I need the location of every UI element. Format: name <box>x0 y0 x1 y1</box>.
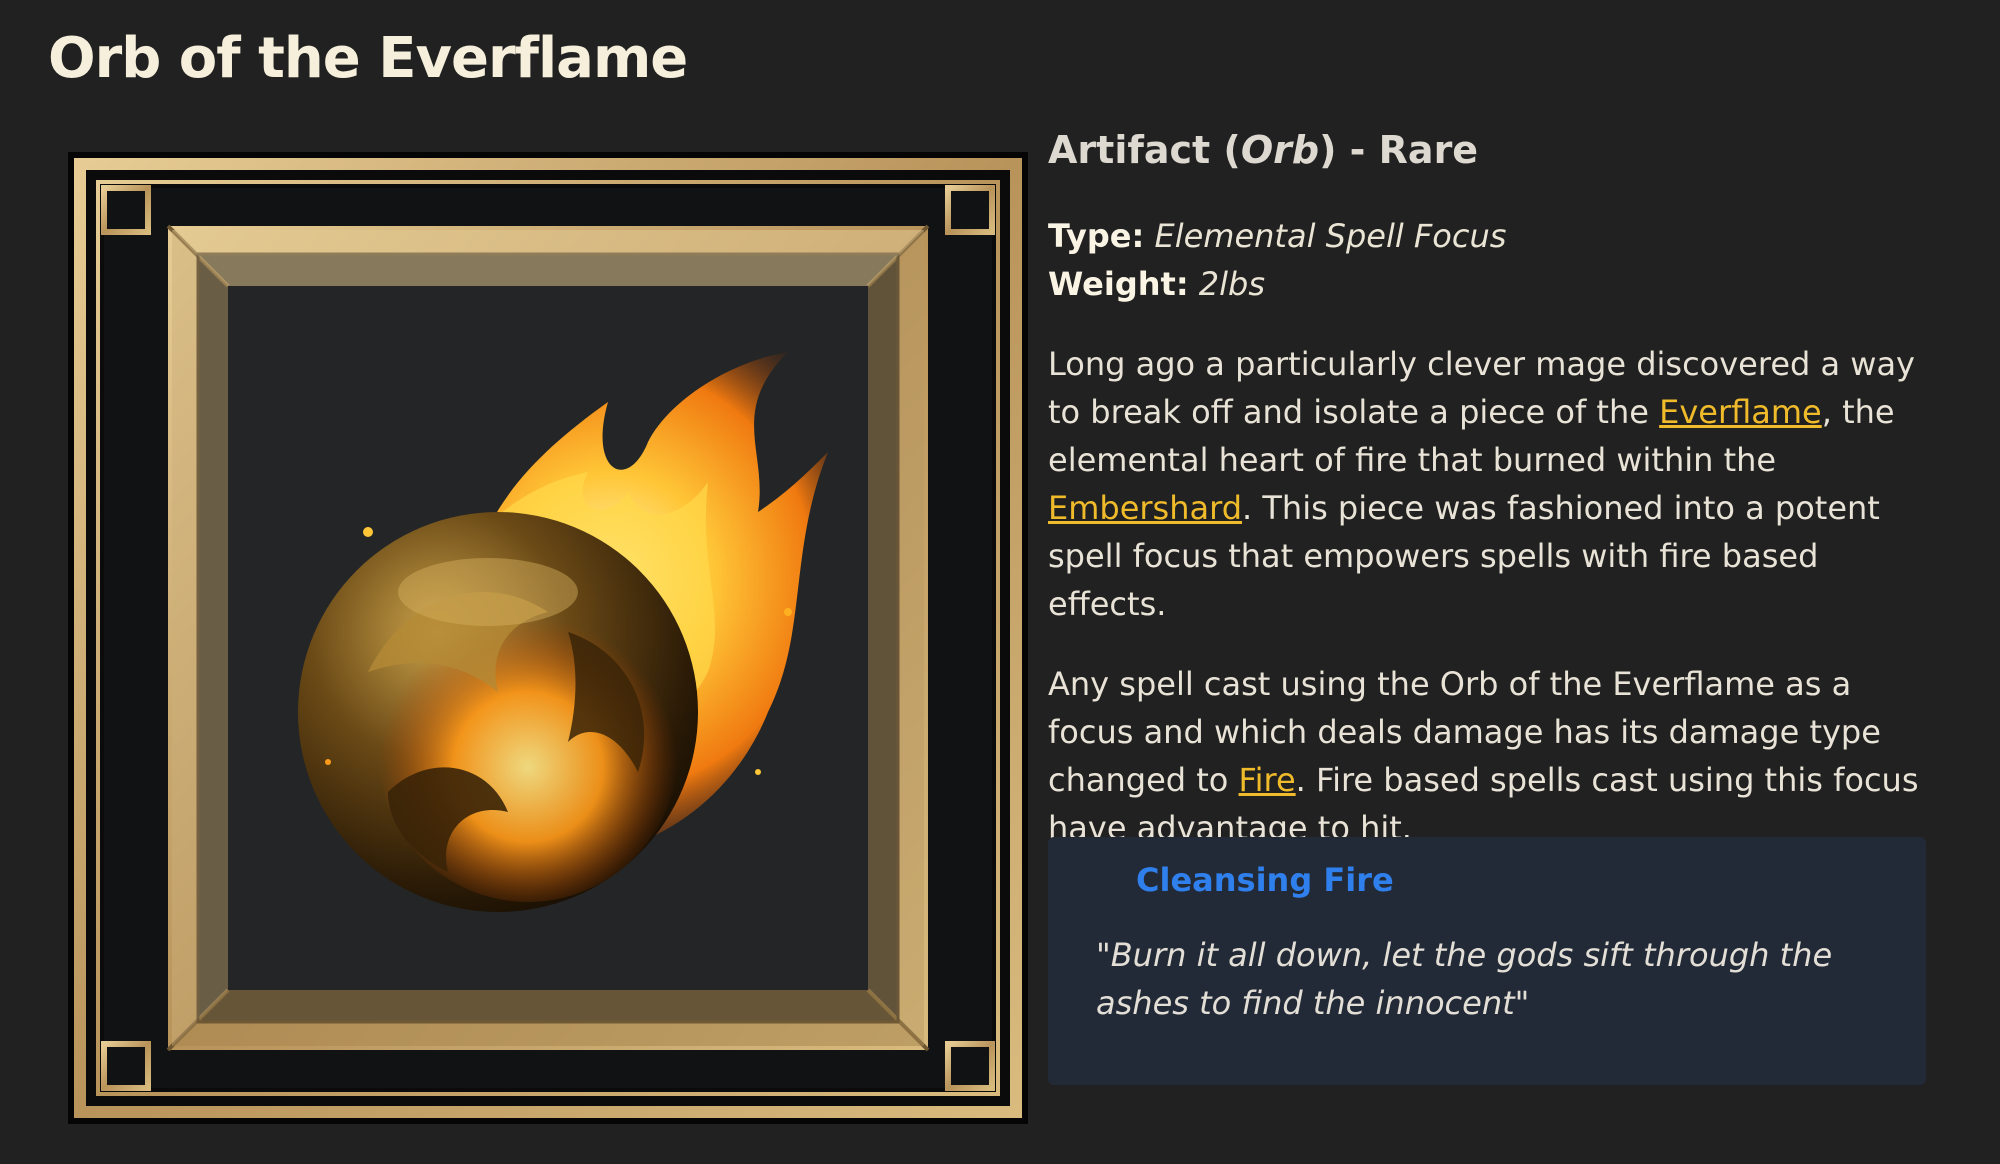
callout-quote: "Burn it all down, let the gods sift thr… <box>1096 936 1833 1022</box>
item-page: Orb of the Everflame Artifact (Orb) - Ra… <box>0 0 2000 1164</box>
description-paragraph-1: Long ago a particularly clever mage disc… <box>1048 340 1928 628</box>
flaming-orb-artwork-icon <box>74 158 1022 1118</box>
type-label: Type: <box>1048 217 1145 255</box>
item-artwork <box>68 152 1028 1124</box>
callout-title: Cleansing Fire <box>1136 861 1394 899</box>
weight-label: Weight: <box>1048 265 1189 303</box>
quote-callout: Cleansing Fire "Burn it all down, let th… <box>1048 837 1926 1085</box>
item-subtitle: Artifact (Orb) - Rare <box>1048 128 1928 172</box>
type-value: Elemental Spell Focus <box>1154 217 1507 255</box>
subtitle-prefix: Artifact ( <box>1048 128 1241 172</box>
weight-property: Weight: 2lbs <box>1048 260 1928 308</box>
subtitle-suffix: ) - Rare <box>1319 128 1479 172</box>
embershard-link[interactable]: Embershard <box>1048 489 1242 527</box>
type-property: Type: Elemental Spell Focus <box>1048 212 1928 260</box>
subtitle-category: Orb <box>1240 128 1320 172</box>
weight-value: 2lbs <box>1198 265 1266 303</box>
fire-link[interactable]: Fire <box>1239 761 1296 799</box>
item-info: Artifact (Orb) - Rare Type: Elemental Sp… <box>1048 128 1928 852</box>
page-title: Orb of the Everflame <box>48 26 688 91</box>
everflame-link[interactable]: Everflame <box>1659 393 1822 431</box>
description-paragraph-2: Any spell cast using the Orb of the Ever… <box>1048 660 1928 852</box>
